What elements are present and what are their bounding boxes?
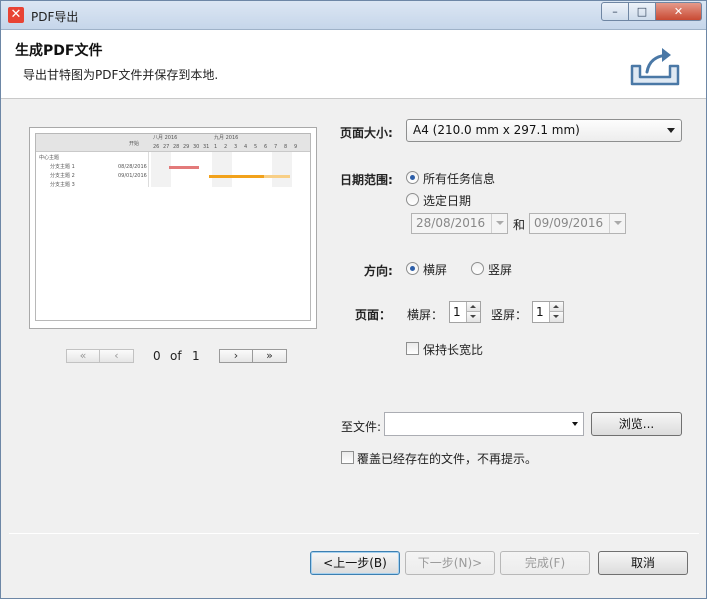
prev-page-button[interactable]: ‹ <box>100 349 134 363</box>
gantt-day: 9 <box>294 144 298 150</box>
all-tasks-radio[interactable] <box>406 171 419 184</box>
chevron-down-icon <box>667 128 675 133</box>
last-page-button[interactable]: » <box>253 349 287 363</box>
calendar-dropdown-icon <box>609 214 625 233</box>
gantt-day: 3 <box>234 144 238 150</box>
page-size-select[interactable]: A4 (210.0 mm x 297.1 mm) <box>406 119 682 142</box>
gantt-preview-page: 开始 八月 2016 九月 2016 26 27 28 29 30 31 1 2… <box>35 133 311 321</box>
overwrite-label[interactable]: 覆盖已经存在的文件，不再提示。 <box>357 450 537 467</box>
current-page: 0 <box>153 349 161 363</box>
next-page-button[interactable]: › <box>219 349 253 363</box>
cancel-button[interactable]: 取消 <box>598 551 688 575</box>
gantt-day: 2 <box>224 144 228 150</box>
spin-down-icon[interactable] <box>549 312 563 322</box>
pages-landscape-value: 1 <box>453 305 461 319</box>
selected-date-radio[interactable] <box>406 193 419 206</box>
xmind-app-icon: ✕ <box>8 7 24 23</box>
back-button[interactable]: <上一步(B) <box>310 551 400 575</box>
chevron-down-icon <box>572 422 578 426</box>
preview-pager: « ‹ <box>66 349 134 363</box>
title-bar[interactable]: ✕ PDF导出 – □ ✕ <box>1 1 706 30</box>
gantt-day: 7 <box>274 144 278 150</box>
portrait-radio[interactable] <box>471 262 484 275</box>
all-tasks-label[interactable]: 所有任务信息 <box>423 170 495 187</box>
keep-ratio-checkbox[interactable] <box>406 342 419 355</box>
landscape-radio[interactable] <box>406 262 419 275</box>
footer-divider <box>9 533 699 534</box>
pages-label: 页面： <box>355 308 392 322</box>
to-file-label: 至文件: <box>341 420 382 434</box>
date-from-value: 28/08/2016 <box>416 216 486 230</box>
page-title: 生成PDF文件 <box>15 43 103 59</box>
gantt-start-column: 开始 <box>129 141 140 147</box>
first-page-button[interactable]: « <box>66 349 100 363</box>
gantt-task: 分支主题 1 <box>50 164 75 170</box>
page-subtitle: 导出甘特图为PDF文件并保存到本地. <box>23 68 219 82</box>
pdf-export-dialog: ✕ PDF导出 – □ ✕ 生成PDF文件 导出甘特图为PDF文件并保存到本地.… <box>0 0 707 599</box>
gantt-weekend-shade <box>151 152 171 187</box>
gantt-task-date: 08/28/2016 <box>118 164 147 170</box>
date-to-picker[interactable]: 09/09/2016 <box>529 213 626 234</box>
gantt-day: 5 <box>254 144 258 150</box>
maximize-button[interactable]: □ <box>629 2 656 21</box>
spin-up-icon[interactable] <box>549 302 563 312</box>
gantt-month-aug: 八月 2016 <box>153 135 178 141</box>
gantt-task-root: 中心主题 <box>39 155 60 161</box>
orientation-label: 方向: <box>364 264 393 278</box>
pages-portrait-label: 竖屏： <box>491 308 528 322</box>
browse-button[interactable]: 浏览... <box>591 412 682 436</box>
spin-up-icon[interactable] <box>466 302 480 312</box>
gantt-preview: 开始 八月 2016 九月 2016 26 27 28 29 30 31 1 2… <box>29 127 317 329</box>
gantt-day: 4 <box>244 144 248 150</box>
selected-date-label[interactable]: 选定日期 <box>423 192 471 209</box>
gantt-task: 分支主题 3 <box>50 182 75 188</box>
spin-down-icon[interactable] <box>466 312 480 322</box>
gantt-day: 6 <box>264 144 268 150</box>
pages-portrait-spinner[interactable]: 1 <box>532 301 564 323</box>
portrait-label[interactable]: 竖屏 <box>488 261 512 278</box>
gantt-day: 30 <box>193 144 200 150</box>
gantt-weekend-shade <box>272 152 292 187</box>
date-range-label: 日期范围: <box>340 173 393 187</box>
gantt-day: 1 <box>214 144 218 150</box>
keep-ratio-label[interactable]: 保持长宽比 <box>423 341 483 358</box>
gantt-divider <box>148 152 149 187</box>
page-size-value: A4 (210.0 mm x 297.1 mm) <box>413 123 580 137</box>
gantt-weekend-shade <box>212 152 232 187</box>
date-to-value: 09/09/2016 <box>534 216 604 230</box>
gantt-month-sep: 九月 2016 <box>214 135 239 141</box>
gantt-bar-task-2 <box>209 175 264 178</box>
gantt-day: 29 <box>183 144 190 150</box>
gantt-day: 26 <box>153 144 160 150</box>
date-from-picker[interactable]: 28/08/2016 <box>411 213 508 234</box>
to-file-combo[interactable] <box>384 412 584 436</box>
total-pages: 1 <box>192 349 200 363</box>
pages-landscape-spinner[interactable]: 1 <box>449 301 481 323</box>
gantt-day: 31 <box>203 144 210 150</box>
gantt-day: 8 <box>284 144 288 150</box>
gantt-bar-task-1 <box>169 166 199 169</box>
gantt-day: 27 <box>163 144 170 150</box>
landscape-label[interactable]: 横屏 <box>423 261 447 278</box>
gantt-bar-task-2-remaining <box>264 175 290 178</box>
gantt-task: 分支主题 2 <box>50 173 75 179</box>
window-title: PDF导出 <box>31 10 79 24</box>
finish-button[interactable]: 完成(F) <box>500 551 590 575</box>
next-button[interactable]: 下一步(N)> <box>405 551 495 575</box>
page-size-label: 页面大小: <box>340 126 393 140</box>
pages-portrait-value: 1 <box>536 305 544 319</box>
page-of-label: of <box>170 349 182 363</box>
preview-pager-next: › » <box>219 349 287 363</box>
calendar-dropdown-icon <box>491 214 507 233</box>
gantt-day: 28 <box>173 144 180 150</box>
minimize-button[interactable]: – <box>601 2 629 21</box>
gantt-task-date: 09/01/2016 <box>118 173 147 179</box>
overwrite-checkbox[interactable] <box>341 451 354 464</box>
close-button[interactable]: ✕ <box>656 2 702 21</box>
export-icon <box>630 48 680 86</box>
date-and-label: 和 <box>513 218 526 232</box>
window-controls: – □ ✕ <box>601 2 702 21</box>
wizard-header: 生成PDF文件 导出甘特图为PDF文件并保存到本地. <box>1 30 706 99</box>
pages-landscape-label: 横屏： <box>407 308 444 322</box>
